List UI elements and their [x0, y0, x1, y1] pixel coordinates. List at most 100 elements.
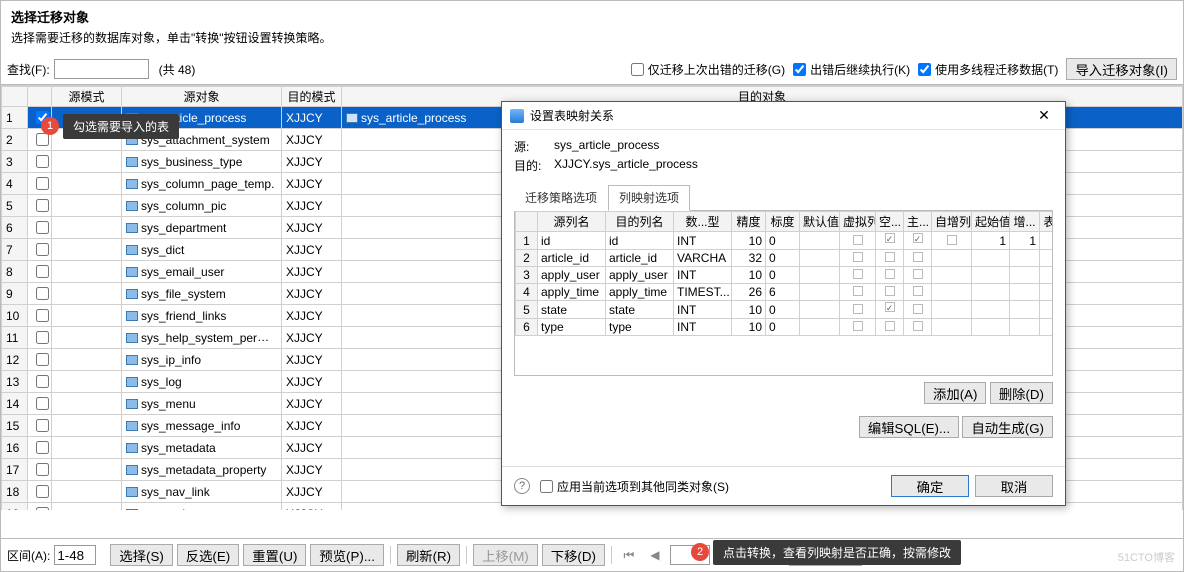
select-button[interactable]: 选择(S) — [110, 544, 172, 566]
refresh-button[interactable]: 刷新(R) — [397, 544, 460, 566]
map-row[interactable]: 6typetypeINT100 — [516, 319, 1054, 336]
deselect-button[interactable]: 反选(E) — [177, 544, 239, 566]
row-checkbox[interactable] — [36, 133, 49, 146]
row-checkbox[interactable] — [36, 485, 49, 498]
th-tgt-schema: 目的模式 — [282, 87, 342, 107]
row-checkbox[interactable] — [36, 309, 49, 322]
tgt-schema: XJJCY — [282, 173, 342, 195]
move-up-button[interactable]: 上移(M) — [473, 544, 538, 566]
callout-1: 勾选需要导入的表 — [63, 114, 179, 139]
tgt-object: sys_article_process — [361, 111, 466, 125]
tgt-schema: XJJCY — [282, 261, 342, 283]
first-page-icon[interactable]: ⏮ — [618, 544, 640, 566]
find-label: 查找(F): — [7, 61, 50, 78]
add-column-button[interactable]: 添加(A) — [924, 382, 986, 404]
table-icon — [126, 267, 138, 277]
src-object: sys_column_page_temp. — [141, 177, 274, 191]
dialog-icon — [510, 109, 524, 123]
range-label: 区间(A): — [7, 547, 50, 564]
cancel-button[interactable]: 取消 — [975, 475, 1053, 497]
map-row[interactable]: 1ididINT10011 — [516, 232, 1054, 250]
tgt-schema: XJJCY — [282, 349, 342, 371]
src-object: sys_nav_link — [141, 485, 210, 499]
callout-badge-1: 1 — [41, 117, 59, 135]
row-checkbox[interactable] — [36, 221, 49, 234]
row-checkbox[interactable] — [36, 243, 49, 256]
row-checkbox[interactable] — [36, 177, 49, 190]
mapping-dialog: 设置表映射关系 ✕ 源: sys_article_process 目的: XJJ… — [501, 101, 1066, 506]
table-icon — [126, 157, 138, 167]
row-checkbox[interactable] — [36, 375, 49, 388]
table-icon — [126, 443, 138, 453]
import-objects-button[interactable]: 导入迁移对象(I) — [1066, 58, 1177, 80]
tgt-schema: XJJCY — [282, 459, 342, 481]
close-icon[interactable]: ✕ — [1029, 105, 1059, 127]
table-icon — [126, 355, 138, 365]
map-row[interactable]: 4apply_timeapply_timeTIMEST...266 — [516, 284, 1054, 301]
ok-button[interactable]: 确定 — [891, 475, 969, 497]
map-th: 默认值 — [800, 212, 840, 232]
table-icon — [126, 223, 138, 233]
table-icon — [126, 245, 138, 255]
row-checkbox[interactable] — [36, 199, 49, 212]
help-icon[interactable]: ? — [514, 478, 530, 494]
range-input[interactable] — [54, 545, 96, 565]
row-checkbox[interactable] — [36, 265, 49, 278]
tgt-schema: XJJCY — [282, 437, 342, 459]
tgt-schema: XJJCY — [282, 415, 342, 437]
auto-generate-button[interactable]: 自动生成(G) — [962, 416, 1053, 438]
map-row[interactable]: 2article_idarticle_idVARCHA320 — [516, 250, 1054, 267]
tgt-schema: XJJCY — [282, 503, 342, 511]
map-th: 空... — [876, 212, 904, 232]
dialog-title: 设置表映射关系 — [530, 107, 614, 124]
target-label: 目的: — [514, 157, 548, 174]
find-input[interactable] — [54, 59, 149, 79]
src-object: sys_metadata_property — [141, 463, 266, 477]
row-checkbox[interactable] — [36, 419, 49, 432]
delete-column-button[interactable]: 删除(D) — [990, 382, 1053, 404]
th-src-schema: 源模式 — [52, 87, 122, 107]
row-checkbox[interactable] — [36, 441, 49, 454]
row-checkbox[interactable] — [36, 507, 49, 510]
continue-checkbox[interactable]: 出错后继续执行(K) — [793, 61, 910, 78]
src-object: sys_notice — [141, 507, 198, 510]
count-label: (共 48) — [159, 61, 196, 78]
source-label: 源: — [514, 138, 548, 155]
src-object: sys_file_system — [141, 287, 226, 301]
map-th: 自增列 — [932, 212, 972, 232]
mapping-table[interactable]: 源列名目的列名数...型精度标度默认值虚拟列空...主...自增列起始值增...… — [515, 211, 1053, 336]
reset-button[interactable]: 重置(U) — [243, 544, 306, 566]
table-icon — [126, 487, 138, 497]
row-checkbox[interactable] — [36, 331, 49, 344]
table-icon — [126, 311, 138, 321]
src-object: sys_column_pic — [141, 199, 226, 213]
apply-others-checkbox[interactable]: 应用当前选项到其他同类对象(S) — [540, 478, 729, 495]
row-checkbox[interactable] — [36, 397, 49, 410]
preview-button[interactable]: 预览(P)... — [310, 544, 384, 566]
row-checkbox[interactable] — [36, 287, 49, 300]
map-row[interactable]: 5statestateINT100 — [516, 301, 1054, 319]
page-title: 选择迁移对象 — [11, 7, 1173, 26]
map-th: 精度 — [732, 212, 766, 232]
row-checkbox[interactable] — [36, 353, 49, 366]
move-down-button[interactable]: 下移(D) — [542, 544, 605, 566]
table-icon — [126, 289, 138, 299]
last-fail-checkbox[interactable]: 仅迁移上次出错的迁移(G) — [631, 61, 785, 78]
tab-column-mapping[interactable]: 列映射选项 — [608, 185, 690, 211]
edit-sql-button[interactable]: 编辑SQL(E)... — [859, 416, 959, 438]
table-icon — [126, 333, 138, 343]
row-checkbox[interactable] — [36, 463, 49, 476]
tab-strategy[interactable]: 迁移策略选项 — [514, 185, 608, 211]
tgt-schema: XJJCY — [282, 129, 342, 151]
row-checkbox[interactable] — [36, 155, 49, 168]
multithread-checkbox[interactable]: 使用多线程迁移数据(T) — [918, 61, 1058, 78]
prev-page-icon[interactable]: ◀ — [644, 544, 666, 566]
map-row[interactable]: 3apply_userapply_userINT100 — [516, 267, 1054, 284]
map-th: 目的列名 — [606, 212, 674, 232]
src-object: sys_email_user — [141, 265, 224, 279]
map-th: 标度 — [766, 212, 800, 232]
target-value: XJJCY.sys_article_process — [554, 157, 698, 174]
watermark: 51CTO博客 — [1118, 549, 1175, 565]
map-th: 源列名 — [538, 212, 606, 232]
src-object: sys_department — [141, 221, 226, 235]
